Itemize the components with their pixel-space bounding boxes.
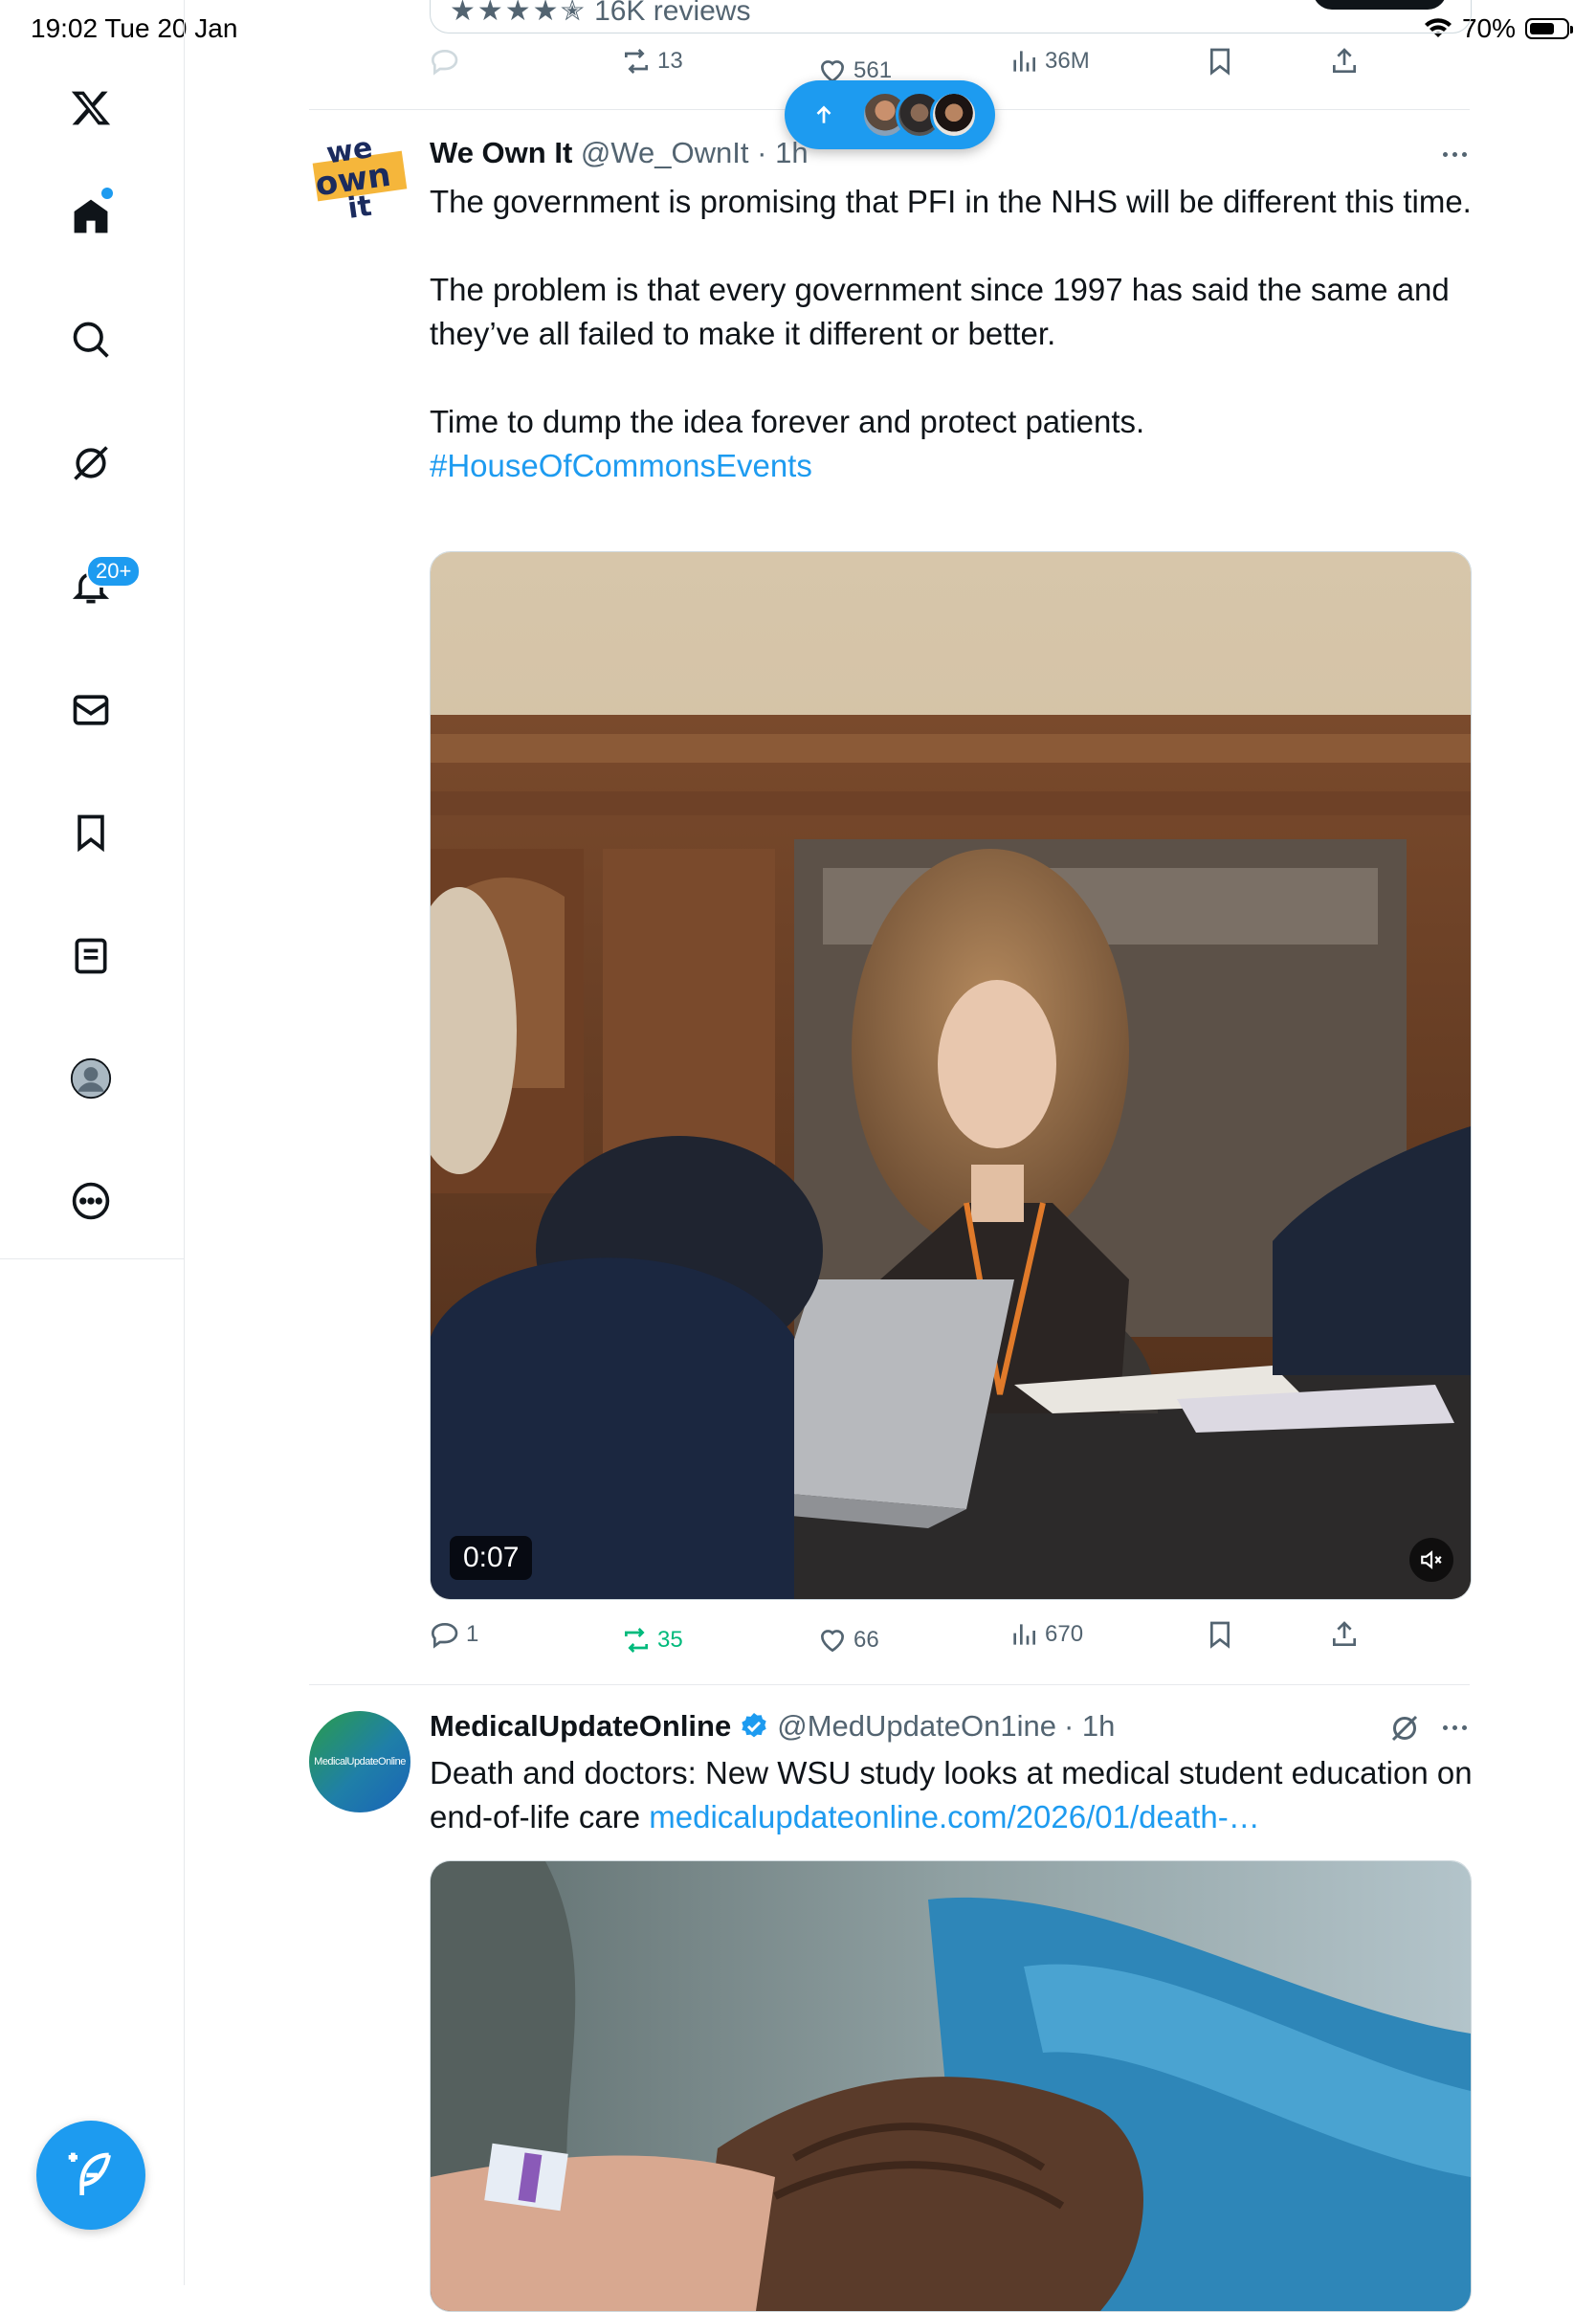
svg-text:it: it (345, 189, 373, 226)
mute-button[interactable] (1409, 1538, 1453, 1582)
bookmark-icon (1210, 48, 1230, 76)
verified-badge-icon (742, 1713, 766, 1738)
bookmark-icon (1210, 1621, 1230, 1649)
tweet-paragraph: The problem is that every government sin… (430, 272, 1450, 351)
display-name[interactable]: MedicalUpdateOnline (430, 1709, 731, 1744)
compose-button[interactable] (36, 2121, 145, 2230)
home-unread-dot (101, 188, 113, 199)
muted-speaker-icon (1421, 1550, 1442, 1569)
tweet-header: We Own It @We_OwnIt · 1h (430, 136, 809, 170)
repost-button[interactable]: 13 (621, 46, 683, 77)
view-count: 36M (1045, 48, 1090, 74)
hashtag-link[interactable]: #HouseOfCommonsEvents (430, 444, 1473, 488)
repost-button[interactable]: 35 (621, 1625, 683, 1656)
messages-icon[interactable] (62, 681, 120, 739)
views-button[interactable]: 670 (1009, 1619, 1083, 1650)
review-count: 16K reviews (594, 0, 751, 27)
video-duration: 0:07 (450, 1536, 533, 1580)
video-player[interactable]: 0:07 (430, 551, 1472, 1600)
repost-count: 35 (657, 1627, 683, 1653)
bookmark-button[interactable] (1205, 46, 1235, 77)
tweet-paragraph: Time to dump the idea forever and protec… (430, 404, 1145, 439)
avatar-logo-text: MedicalUpdateOnline (314, 1756, 406, 1767)
repost-icon (625, 49, 648, 74)
timestamp[interactable]: · 1h (757, 136, 808, 169)
tweet-text: Death and doctors: New WSU study looks a… (430, 1751, 1473, 1839)
avatar[interactable]: MedicalUpdateOnline (309, 1711, 410, 1812)
repost-icon (625, 1628, 648, 1653)
views-button[interactable]: 36M (1009, 46, 1090, 77)
tweet-paragraph: The government is promising that PFI in … (430, 184, 1472, 219)
bookmark-button[interactable] (1205, 1619, 1235, 1650)
install-button[interactable] (1313, 0, 1447, 10)
link-card-image[interactable] (430, 1860, 1472, 2312)
compose-feather-icon (68, 2152, 111, 2195)
new-posts-pill[interactable] (785, 80, 995, 149)
notifications-badge: 20+ (86, 555, 142, 588)
grok-icon[interactable] (62, 434, 120, 492)
bookmarks-icon[interactable] (62, 804, 120, 861)
tweet-header: MedicalUpdateOnline @MedUpdateOn1ine · 1… (430, 1709, 1115, 1744)
more-icon[interactable] (62, 1172, 120, 1230)
display-name[interactable]: We Own It (430, 136, 572, 169)
video-frame (431, 552, 1471, 1599)
avatar[interactable]: we own it (309, 126, 410, 228)
app-rating: ★★★★✭ 16K reviews (450, 0, 750, 28)
tweet-text: The government is promising that PFI in … (430, 180, 1473, 488)
battery-icon (1525, 18, 1573, 39)
timestamp[interactable]: · 1h (1064, 1709, 1115, 1744)
like-button[interactable]: 66 (817, 1625, 879, 1656)
reply-button[interactable]: 1 (430, 1619, 478, 1650)
avatar (930, 91, 978, 139)
grok-explain-icon[interactable] (1387, 1711, 1422, 1745)
search-icon[interactable] (62, 311, 120, 368)
reply-count: 1 (466, 1621, 479, 1647)
sidebar-nav: 20+ (0, 0, 185, 2285)
heart-icon (820, 1630, 845, 1653)
sidebar-divider (0, 1258, 184, 1259)
share-icon (1333, 1621, 1356, 1646)
x-logo-icon[interactable] (62, 79, 120, 137)
share-icon (1333, 48, 1356, 73)
we-own-it-logo: we own it (309, 126, 410, 228)
arrow-up-icon (816, 105, 831, 123)
share-button[interactable] (1329, 1619, 1360, 1650)
share-button[interactable] (1329, 46, 1360, 77)
views-icon (1013, 51, 1035, 72)
view-count: 670 (1045, 1621, 1084, 1647)
profile-icon[interactable] (62, 1050, 120, 1107)
more-options-icon[interactable] (1435, 140, 1474, 168)
reply-icon (431, 1622, 458, 1649)
views-icon (1013, 1624, 1035, 1645)
reply-icon (431, 49, 458, 76)
article-link[interactable]: medicalupdateonline.com/2026/01/death-… (649, 1799, 1259, 1834)
post-divider (309, 1684, 1470, 1685)
rating-stars-icon: ★★★★✭ (450, 0, 587, 27)
more-options-icon[interactable] (1435, 1713, 1474, 1742)
handle[interactable]: @We_OwnIt (581, 136, 749, 169)
article-image (431, 1861, 1471, 2311)
repost-count: 13 (657, 48, 683, 74)
tweet-actions: 1 35 66 670 (430, 1619, 1470, 1677)
reply-button[interactable] (430, 46, 460, 77)
lists-icon[interactable] (62, 927, 120, 985)
handle[interactable]: @MedUpdateOn1ine (777, 1709, 1056, 1744)
like-count: 66 (853, 1627, 879, 1653)
